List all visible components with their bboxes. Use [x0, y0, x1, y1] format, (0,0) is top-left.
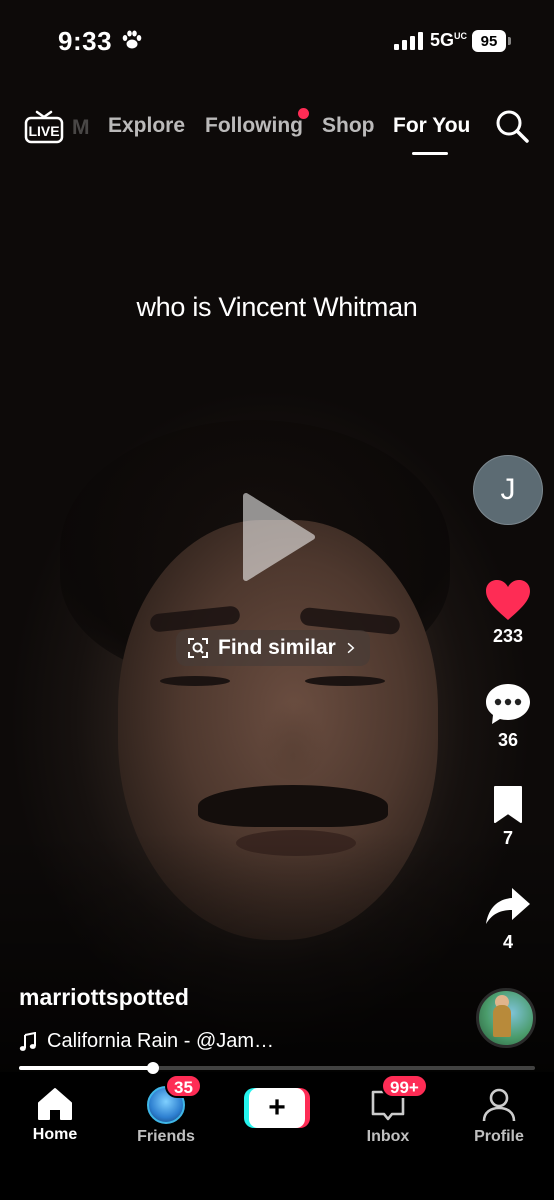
disc-figure-body [493, 1005, 511, 1037]
like-button[interactable]: 233 [478, 578, 538, 647]
tab-home-label: Home [32, 1126, 78, 1143]
find-similar-label: Find similar [218, 636, 336, 659]
video-caption: who is Vincent Whitman [136, 292, 418, 322]
tab-friends[interactable]: Friends [116, 1086, 216, 1146]
play-icon[interactable] [240, 492, 316, 582]
tab-profile-label: Profile [474, 1128, 524, 1145]
sound-title: California Rain - @Jam… [47, 1030, 275, 1052]
video-frame-eye-left [160, 676, 230, 686]
battery-level: 95 [472, 30, 506, 52]
tab-shop[interactable]: Shop [322, 114, 375, 138]
bookmark-button[interactable]: 7 [478, 784, 538, 849]
battery-tip [508, 37, 511, 45]
tab-for-you[interactable]: For You [393, 114, 470, 138]
creator-username[interactable]: marriottspotted [19, 984, 189, 1011]
tab-following[interactable]: Following [205, 114, 303, 138]
following-notification-dot [298, 108, 309, 119]
sound-disc-thumbnail[interactable] [476, 988, 536, 1048]
search-icon[interactable] [494, 108, 530, 144]
tab-home[interactable]: Home [5, 1086, 105, 1144]
progress-thumb[interactable] [147, 1062, 159, 1074]
video-frame-nose [258, 700, 328, 780]
music-note-icon [19, 1031, 36, 1051]
share-count: 4 [502, 932, 513, 952]
inbox-badge: 99+ [381, 1074, 428, 1098]
active-tab-indicator [412, 152, 448, 155]
profile-icon [482, 1088, 516, 1122]
sound-link[interactable]: California Rain - @Jam… [19, 1030, 274, 1053]
creator-avatar[interactable]: J [473, 455, 543, 525]
network-suffix: UC [454, 31, 468, 41]
progress-fill [19, 1066, 153, 1070]
cellular-signal-icon [394, 32, 423, 50]
like-count: 233 [492, 626, 524, 646]
tab-profile[interactable]: Profile [449, 1086, 549, 1146]
live-tv-icon[interactable]: LIVE [24, 108, 64, 146]
top-nav: LIVE M Explore Following Shop For You [0, 100, 554, 160]
tab-explore[interactable]: Explore [108, 114, 185, 138]
network-type: 5GUC [430, 30, 468, 50]
status-bar: 9:33 5GUC 95 [0, 0, 554, 80]
video-frame-mustache [198, 785, 388, 827]
find-similar-button[interactable]: Find similar [176, 630, 370, 666]
bookmark-icon [494, 786, 522, 823]
plus-icon: + [249, 1088, 305, 1128]
chevron-right-icon [347, 642, 355, 654]
paw-icon [122, 30, 142, 49]
friends-badge: 35 [165, 1074, 202, 1098]
tab-faded[interactable]: M [72, 116, 90, 140]
tab-inbox-label: Inbox [366, 1128, 410, 1145]
comment-icon [486, 684, 530, 724]
share-button[interactable]: 4 [478, 884, 538, 953]
status-time: 9:33 [58, 26, 113, 56]
tab-friends-label: Friends [137, 1128, 195, 1145]
bookmark-count: 7 [502, 828, 513, 848]
heart-icon [486, 580, 530, 620]
live-label: LIVE [28, 123, 59, 139]
comment-count: 36 [497, 730, 519, 750]
comment-button[interactable]: 36 [478, 682, 538, 751]
video-frame-eye-right [305, 676, 385, 686]
share-icon [486, 888, 530, 924]
scan-icon [188, 638, 208, 658]
home-icon [38, 1088, 72, 1120]
create-button[interactable]: + [244, 1088, 310, 1128]
